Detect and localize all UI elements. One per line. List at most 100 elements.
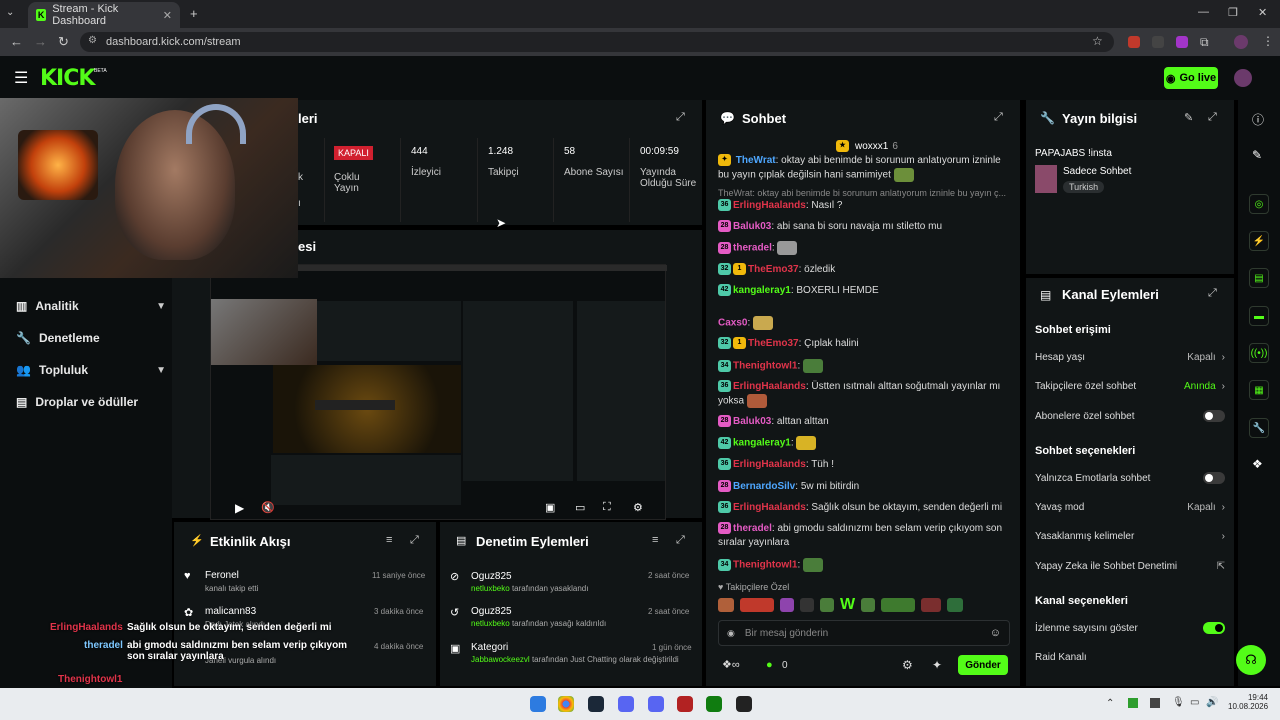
send-button[interactable]: Gönder	[958, 655, 1008, 675]
ai-moderation-row[interactable]: Yapay Zeka ile Sohbet Denetimi ⇱	[1035, 561, 1225, 572]
chat-message[interactable]: 36 ErlingHaalands: Üstten ısıtmalı alttan…	[718, 380, 1008, 409]
raid-channel-row[interactable]: Raid Kanalı	[1035, 652, 1225, 663]
chat-message[interactable]: 28 Baluk03: abi sana bi soru navaja mı st…	[718, 220, 1008, 234]
mod-shield-icon[interactable]: ✦	[932, 658, 942, 672]
popout-icon[interactable]: ⤢	[994, 111, 1003, 124]
emote-image[interactable]	[881, 598, 916, 612]
emote-image[interactable]	[921, 598, 942, 612]
window-close-icon[interactable]: ✕	[1258, 6, 1267, 19]
chat-input[interactable]: ◉ Bir mesaj gönderin ☺	[718, 620, 1010, 646]
subscribers-only-toggle[interactable]	[1203, 410, 1225, 422]
reload-icon[interactable]: ↻	[58, 34, 69, 50]
popout-icon[interactable]: ⤢	[676, 111, 685, 124]
xbox-icon[interactable]	[706, 696, 722, 712]
sidebar-item-analitik[interactable]: ▥ Analitik ▼	[16, 296, 166, 316]
profile-avatar[interactable]	[1234, 35, 1248, 49]
emotes-only-toggle[interactable]	[1203, 472, 1225, 484]
discord-icon[interactable]	[648, 696, 664, 712]
url-field[interactable]: ⚙ dashboard.kick.com/stream ☆	[80, 32, 1114, 52]
info-icon[interactable]: ⓘ	[1252, 111, 1264, 128]
emote-image[interactable]	[718, 598, 734, 612]
emote-image[interactable]	[800, 598, 814, 612]
clipboard-icon[interactable]: ▤	[1249, 268, 1269, 288]
clock[interactable]: 19:44 10.08.2026	[1228, 693, 1268, 711]
chat-message[interactable]: 36 ErlingHaalands: Sağlık olsun be oktayı…	[718, 501, 1008, 515]
extension-icon[interactable]	[1176, 36, 1188, 48]
more-icon[interactable]: ❖	[1252, 457, 1263, 471]
steam-icon[interactable]	[588, 696, 604, 712]
wrench-icon[interactable]: 🔧	[1249, 418, 1269, 438]
lightning-icon[interactable]: ⚡	[1249, 231, 1269, 251]
actions-icon[interactable]: ▦	[1249, 380, 1269, 400]
maximize-icon[interactable]: ❐	[1228, 6, 1238, 19]
minimize-icon[interactable]: —	[1198, 6, 1209, 18]
forward-icon[interactable]: →	[34, 34, 47, 49]
help-headset-icon[interactable]: ☊	[1236, 645, 1266, 675]
chat-message[interactable]: 28 theradel: abi gmodu saldınızmı ben sel…	[718, 522, 1008, 550]
volume-icon[interactable]: 🔊	[1206, 697, 1218, 708]
chat-message[interactable]: 28 theradel:	[718, 241, 1008, 256]
mute-icon[interactable]: 🔇	[261, 501, 275, 514]
obs-icon[interactable]	[736, 696, 752, 712]
chat-message[interactable]: 28 BernardoSilv: 5w mi bitirdin	[718, 480, 1008, 494]
settings-gear-icon[interactable]: ⚙	[633, 501, 643, 514]
back-icon[interactable]: ←	[10, 34, 23, 49]
start-windows-icon[interactable]	[530, 696, 546, 712]
extensions-puzzle-icon[interactable]: ⧉	[1200, 35, 1209, 50]
tray-app-icon[interactable]	[1128, 698, 1138, 708]
sidebar-item-topluluk[interactable]: 👥 Topluluk ▼	[16, 360, 166, 380]
user-avatar[interactable]	[1234, 69, 1252, 87]
emote-image[interactable]	[780, 598, 794, 612]
chrome-icon[interactable]	[558, 696, 574, 712]
chat-icon[interactable]: ▬	[1249, 306, 1269, 326]
go-live-button[interactable]: ◉ Go live	[1164, 67, 1218, 89]
emoji-icon[interactable]: ☺	[990, 627, 1001, 639]
popout-icon[interactable]: ⤢	[410, 534, 419, 547]
theater-icon[interactable]: ▭	[575, 501, 585, 514]
slow-mode-row[interactable]: Yavaş mod Kapalı ›	[1035, 502, 1225, 513]
tray-app-icon[interactable]	[1150, 698, 1160, 708]
chat-message[interactable]: ✦ TheWrat: oktay abi benimde bi sorunum …	[718, 154, 1008, 183]
browser-menu-icon[interactable]: ⋮	[1262, 34, 1274, 48]
tray-chevron-icon[interactable]: ⌃	[1106, 698, 1114, 709]
extension-icon[interactable]	[1152, 36, 1164, 48]
followers-only-chat-row[interactable]: Takipçilere özel sohbet Anında ›	[1035, 381, 1225, 392]
bookmark-star-icon[interactable]: ☆	[1092, 34, 1103, 48]
hamburger-menu-icon[interactable]: ☰	[14, 68, 28, 88]
emote-w-icon[interactable]: W	[840, 596, 855, 614]
broadcast-icon[interactable]: ((•))	[1249, 343, 1269, 363]
account-age-row[interactable]: Hesap yaşı Kapalı ›	[1035, 352, 1225, 363]
sidebar-item-denetleme[interactable]: 🔧 Denetleme	[16, 328, 166, 348]
site-info-icon[interactable]: ⚙	[88, 35, 97, 46]
pip-icon[interactable]: ▣	[545, 501, 555, 514]
filter-icon[interactable]: ≡	[652, 534, 658, 546]
clip-icon[interactable]: ◎	[1249, 194, 1269, 214]
emote-image[interactable]	[820, 598, 834, 612]
kick-points-icon[interactable]: ❖∞	[722, 658, 740, 671]
chat-message[interactable]: 32 1 TheEmo37: Çıplak halini	[718, 337, 1008, 351]
banned-words-row[interactable]: Yasaklanmış kelimeler ›	[1035, 531, 1225, 542]
tab-list-icon[interactable]: ⌄	[6, 7, 14, 18]
sidebar-item-droplar[interactable]: ▤ Droplar ve ödüller	[16, 392, 166, 412]
network-icon[interactable]: ▭	[1190, 697, 1199, 708]
new-tab-icon[interactable]: +	[190, 6, 198, 21]
pencil-icon[interactable]: ✎	[1252, 148, 1262, 162]
emote-bar[interactable]: W	[718, 596, 1010, 614]
pinned-gifter[interactable]: ★ woxxx1 6	[836, 140, 898, 152]
kick-logo[interactable]: KICK	[40, 66, 95, 91]
microphone-icon[interactable]: 🎙	[1172, 697, 1185, 708]
show-viewer-count-toggle[interactable]	[1203, 622, 1225, 634]
chat-message[interactable]: Caxs0:	[718, 316, 1008, 331]
chat-message[interactable]: 32 1 TheEmo37: özledik	[718, 263, 1008, 277]
fullscreen-icon[interactable]: ⛶	[603, 501, 611, 514]
extension-icon[interactable]	[1128, 36, 1140, 48]
chat-message[interactable]: 42 kangaleray1: BOXERLI HEMDE	[718, 284, 1008, 298]
chat-message[interactable]: 34 Thenightowl1:	[718, 359, 1008, 374]
filter-icon[interactable]: ≡	[386, 534, 392, 546]
app-shield-icon[interactable]	[677, 696, 693, 712]
popout-icon[interactable]: ⤢	[1208, 111, 1217, 124]
tab-close-icon[interactable]: ✕	[163, 9, 172, 22]
emote-image[interactable]	[740, 598, 774, 612]
browser-tab[interactable]: K Stream - Kick Dashboard ✕	[28, 2, 180, 28]
emote-image[interactable]	[861, 598, 876, 612]
